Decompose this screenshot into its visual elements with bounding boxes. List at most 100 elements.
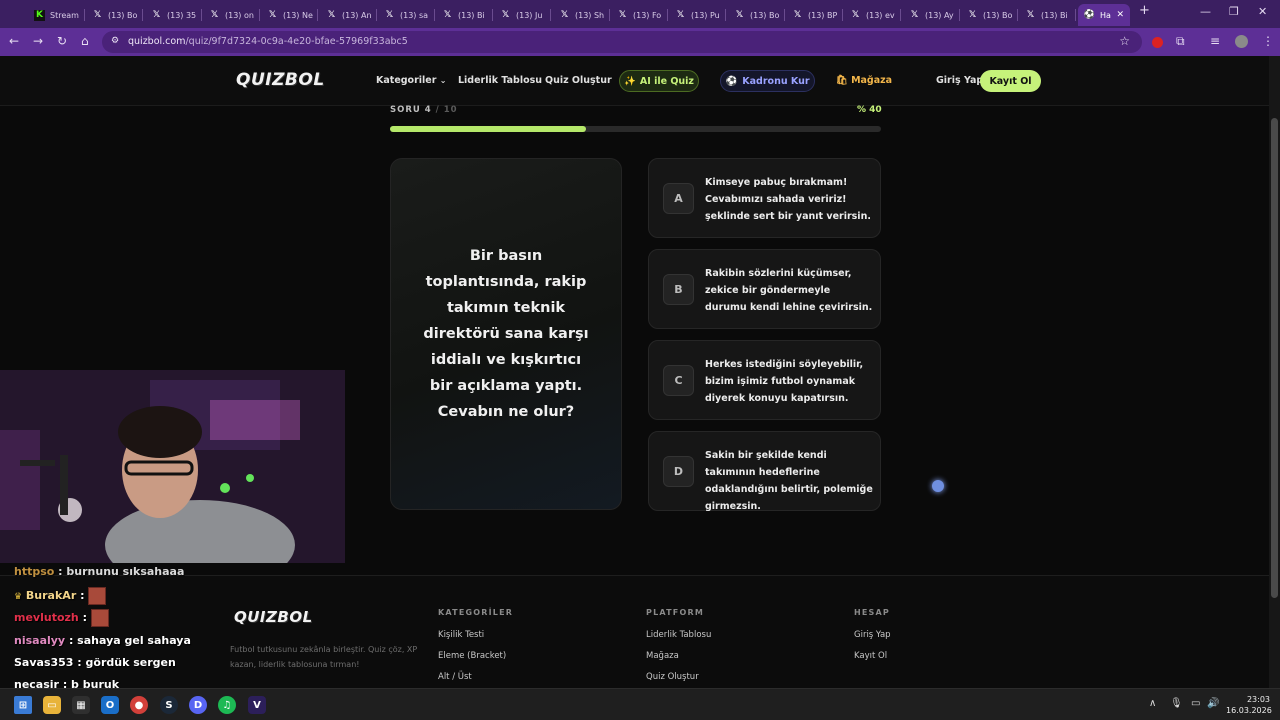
tab-9[interactable]: 𝕏 (13) Sh xyxy=(553,4,607,26)
tab-3[interactable]: 𝕏 (13) on xyxy=(203,4,257,26)
footer-heading-categories: KATEGORİLER xyxy=(438,608,514,617)
volume-icon[interactable]: 🔊 xyxy=(1207,698,1219,709)
tab-15[interactable]: 𝕏 (13) Ay xyxy=(903,4,957,26)
ai-quiz-label: AI ile Quiz xyxy=(639,75,694,87)
tab-active-label: Ha xyxy=(1100,10,1111,20)
reload-icon[interactable]: ↻ xyxy=(57,34,67,48)
maximize-button[interactable]: ❐ xyxy=(1229,5,1239,18)
tab-separator xyxy=(317,9,318,21)
site-logo[interactable]: QUIZBOL xyxy=(236,70,325,90)
question-total: / 10 xyxy=(435,105,458,115)
footer-link[interactable]: Mağaza xyxy=(646,651,679,661)
tab-13[interactable]: 𝕏 (13) BP xyxy=(786,4,840,26)
file-explorer-icon[interactable]: ▭ xyxy=(43,696,61,714)
tab-16[interactable]: 𝕏 (13) Bo xyxy=(961,4,1015,26)
site-header: QUIZBOL Kategoriler ⌄ Liderlik Tablosu Q… xyxy=(0,56,1269,106)
chrome-icon[interactable]: ● xyxy=(130,696,148,714)
spotify-icon[interactable]: ♫ xyxy=(218,696,236,714)
badge-icon: ♛ xyxy=(14,592,23,602)
x-icon: 𝕏 xyxy=(93,10,102,20)
close-window-button[interactable]: ✕ xyxy=(1258,5,1267,18)
start-icon[interactable]: ⊞ xyxy=(14,696,32,714)
footer-link[interactable]: Kişilik Testi xyxy=(438,630,484,640)
x-icon: 𝕏 xyxy=(1026,10,1035,20)
tab-4[interactable]: 𝕏 (13) Ne xyxy=(261,4,315,26)
tab-separator xyxy=(1075,9,1076,21)
option-c[interactable]: C Herkes istediğini söyleyebilir, bizim … xyxy=(648,340,881,420)
nav-categories[interactable]: Kategoriler ⌄ xyxy=(376,75,446,86)
outlook-icon[interactable]: O xyxy=(101,696,119,714)
store-app-icon[interactable]: ▦ xyxy=(72,696,90,714)
tab-label: (13) Bo xyxy=(108,10,138,20)
tab-0[interactable]: K Stream xyxy=(28,4,82,26)
tray-expand-icon[interactable]: ∧ xyxy=(1149,698,1156,709)
steam-icon[interactable]: S xyxy=(160,696,178,714)
footer-link[interactable]: Kayıt Ol xyxy=(854,651,887,661)
tab-active[interactable]: ⚽ Ha ✕ xyxy=(1078,4,1130,26)
home-icon[interactable]: ⌂ xyxy=(81,34,89,48)
tab-14[interactable]: 𝕏 (13) ev xyxy=(844,4,898,26)
site-info-icon[interactable]: ⚙ xyxy=(111,36,119,46)
tab-8[interactable]: 𝕏 (13) Ju xyxy=(494,4,548,26)
option-a[interactable]: A Kimseye pabuç bırakmam! Cevabımızı sah… xyxy=(648,158,881,238)
tab-12[interactable]: 𝕏 (13) Bo xyxy=(728,4,782,26)
streamer-webcam xyxy=(0,370,345,563)
close-tab-icon[interactable]: ✕ xyxy=(1116,10,1124,20)
bookmark-star-icon[interactable]: ☆ xyxy=(1119,34,1130,48)
tab-label: (13) An xyxy=(342,10,372,20)
footer-link[interactable]: Eleme (Bracket) xyxy=(438,651,506,661)
clock-date: 16.03.2026 xyxy=(1226,706,1272,715)
forward-icon[interactable]: → xyxy=(33,34,43,48)
footer-link[interactable]: Giriş Yap xyxy=(854,630,891,640)
nav-leaderboard[interactable]: Liderlik Tablosu xyxy=(458,75,542,86)
profile-avatar[interactable] xyxy=(1235,35,1248,48)
register-button[interactable]: Kayıt Ol xyxy=(980,70,1041,92)
question-card: Bir basın toplantısında, rakip takımın t… xyxy=(390,158,622,510)
network-icon[interactable]: ▭ xyxy=(1191,698,1200,709)
chat-message: ♛ BurakAr : xyxy=(14,587,107,605)
clock[interactable]: 23:03 16.03.2026 xyxy=(1226,694,1272,716)
tab-label: (13) 35 xyxy=(167,10,197,20)
footer-logo[interactable]: QUIZBOL xyxy=(234,608,313,626)
tab-11[interactable]: 𝕏 (13) Pu xyxy=(669,4,723,26)
discord-icon[interactable]: D xyxy=(189,696,207,714)
tab-label: (13) BP xyxy=(808,10,838,20)
new-tab-button[interactable]: + xyxy=(1139,3,1150,18)
tab-2[interactable]: 𝕏 (13) 35 xyxy=(145,4,199,26)
tab-5[interactable]: 𝕏 (13) An xyxy=(320,4,374,26)
scrollbar-thumb[interactable] xyxy=(1271,118,1278,598)
url-field[interactable]: ⚙ quizbol.com/quiz/9f7d7324-0c9a-4e20-bf… xyxy=(102,31,1142,53)
address-bar: ← → ↻ ⌂ ⚙ quizbol.com/quiz/9f7d7324-0c9a… xyxy=(0,28,1280,56)
nav-create-quiz[interactable]: Quiz Oluştur xyxy=(545,75,612,86)
valorant-icon[interactable]: V xyxy=(248,696,266,714)
extensions-icon[interactable]: ⧉ xyxy=(1176,34,1185,49)
tab-separator xyxy=(959,9,960,21)
site-footer: QUIZBOL Futbol tutkusunu zekânla birleşt… xyxy=(0,575,1269,688)
footer-link[interactable]: Liderlik Tablosu xyxy=(646,630,711,640)
menu-icon[interactable]: ⋮ xyxy=(1262,34,1274,48)
media-icon[interactable]: ≡ xyxy=(1210,34,1220,48)
microphone-icon[interactable]: 🎙 xyxy=(1170,698,1183,709)
tab-separator xyxy=(376,9,377,21)
minimize-button[interactable]: — xyxy=(1200,5,1211,18)
page-scrollbar[interactable] xyxy=(1269,56,1280,688)
back-icon[interactable]: ← xyxy=(9,34,19,48)
tab-separator xyxy=(784,9,785,21)
tab-6[interactable]: 𝕏 (13) sa xyxy=(378,4,432,26)
tab-10[interactable]: 𝕏 (13) Fo xyxy=(611,4,665,26)
tab-7[interactable]: 𝕏 (13) Bi xyxy=(436,4,490,26)
adblock-extension-icon[interactable] xyxy=(1152,37,1163,48)
ai-quiz-button[interactable]: ✨ AI ile Quiz xyxy=(619,70,699,92)
login-link[interactable]: Giriş Yap xyxy=(936,75,983,86)
option-d[interactable]: D Sakin bir şekilde kendi takımının hede… xyxy=(648,431,881,512)
chat-text: : gördük sergen xyxy=(77,656,176,669)
footer-link[interactable]: Quiz Oluştur xyxy=(646,672,699,682)
footer-link[interactable]: Alt / Üst xyxy=(438,672,472,682)
nav-store[interactable]: 🛍 Mağaza xyxy=(836,75,892,86)
x-icon: 𝕏 xyxy=(327,10,336,20)
tab-1[interactable]: 𝕏 (13) Bo xyxy=(86,4,140,26)
tab-17[interactable]: 𝕏 (13) Bi xyxy=(1019,4,1073,26)
squad-builder-button[interactable]: ⚽ Kadronu Kur xyxy=(720,70,815,92)
option-b[interactable]: B Rakibin sözlerini küçümser, zekice bir… xyxy=(648,249,881,329)
kick-icon: K xyxy=(34,9,45,21)
